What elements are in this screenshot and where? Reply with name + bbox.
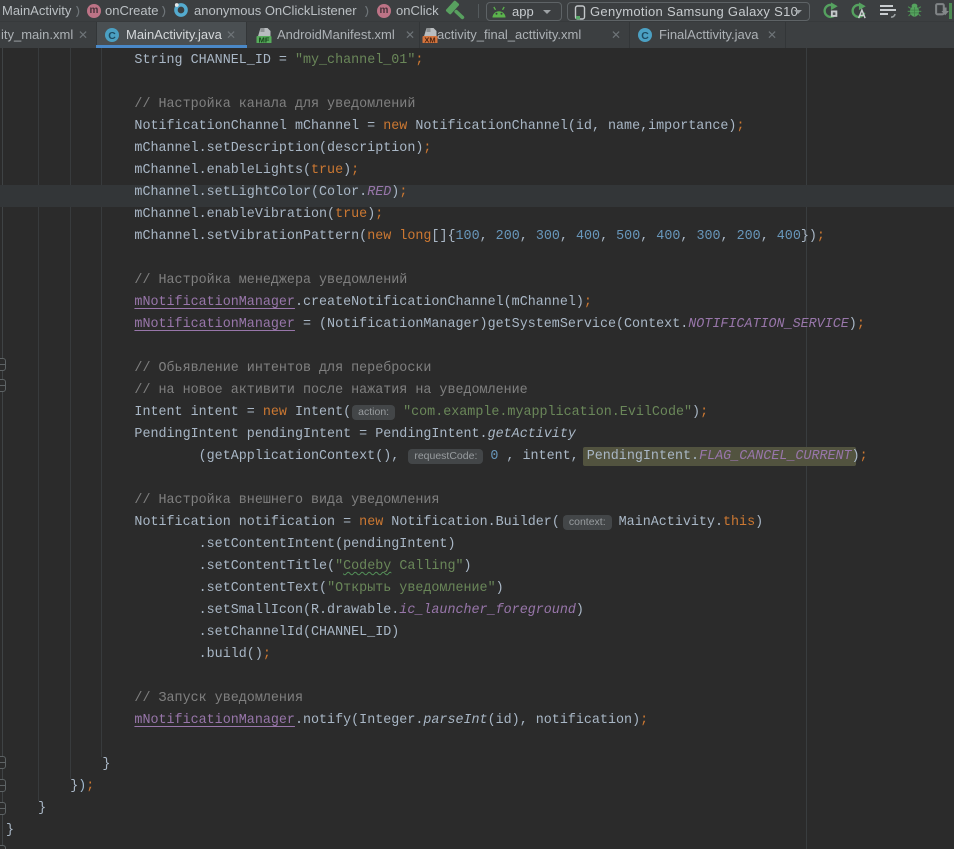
svg-text:MF: MF: [259, 35, 270, 43]
svg-text:C: C: [108, 30, 116, 42]
svg-text:C: C: [641, 30, 649, 42]
svg-text:XM: XM: [424, 35, 435, 43]
